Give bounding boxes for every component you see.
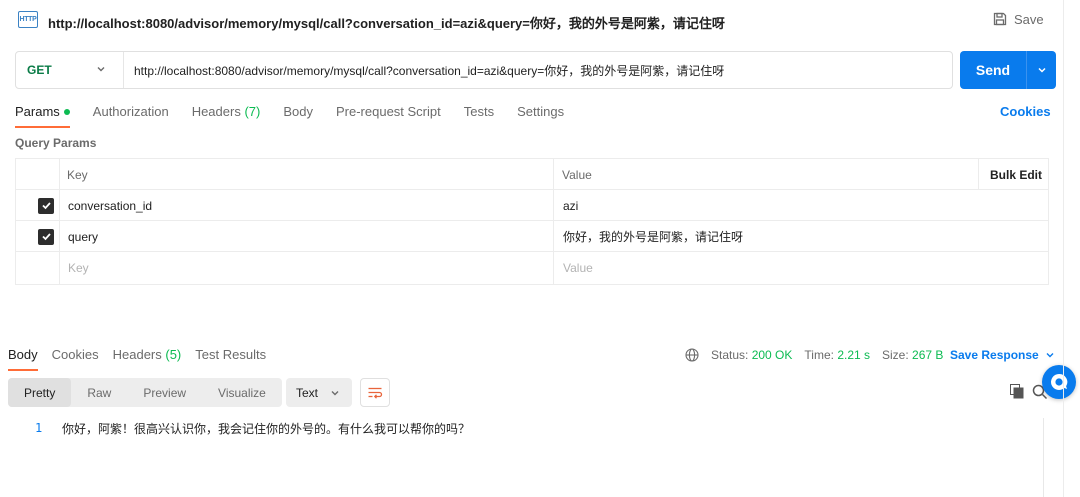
send-label: Send [975,62,1011,78]
tab-body[interactable]: Body [283,104,313,128]
query-params-table: Key Value Bulk Edit conversation_id azi … [15,158,1049,285]
time-label: Time: [804,348,834,362]
chevron-down-icon[interactable] [96,64,106,74]
row-checkbox[interactable] [38,221,54,252]
tab-headers-label: Headers [191,104,241,119]
checkmark-icon [38,197,54,214]
row-checkbox[interactable] [38,190,54,221]
request-title[interactable]: http://localhost:8080/advisor/memory/mys… [48,13,725,32]
response-tab-cookies[interactable]: Cookies [52,347,99,371]
save-response-label: Save Response [950,348,1039,362]
size-value[interactable]: 267 B [912,348,943,362]
view-visualize[interactable]: Visualize [202,378,282,407]
method-select[interactable]: GET [17,53,123,87]
panel-edge-divider [1063,0,1064,497]
save-label: Save [1014,11,1044,27]
tab-settings[interactable]: Settings [517,104,564,128]
tab-pre-request-script[interactable]: Pre-request Script [336,104,441,128]
headers-count: (7) [244,104,261,119]
method-label: GET [27,63,52,77]
time-value[interactable]: 2.21 s [837,348,870,362]
value-column-header: Value [562,167,592,182]
param-value[interactable]: azi [563,190,578,221]
globe-icon[interactable] [685,348,699,362]
wrap-lines-button[interactable] [360,378,390,407]
param-value-placeholder[interactable]: Value [563,252,593,283]
save-response-button[interactable]: Save Response [950,348,1055,362]
chevron-down-icon [331,390,339,395]
request-tabs: Params Authorization Headers (7) Body Pr… [15,104,587,128]
response-tab-headers-label: Headers [112,347,162,362]
chat-bubble-icon [1051,373,1068,390]
url-bar: GET http://localhost:8080/advisor/memory… [15,51,953,89]
view-raw[interactable]: Raw [71,378,127,407]
response-scrollbar[interactable] [1043,418,1044,497]
table-row: query 你好，我的外号是阿紫，请记住呀 [16,221,1048,252]
tab-params[interactable]: Params [15,104,70,128]
table-row: conversation_id azi [16,190,1048,221]
assistant-bubble-button[interactable] [1042,365,1076,399]
wrap-lines-icon [368,387,383,399]
status-label: Status: [711,348,749,362]
view-pretty[interactable]: Pretty [8,378,72,407]
tab-tests[interactable]: Tests [464,104,494,128]
save-button[interactable]: Save [992,11,1044,27]
response-headers-count: (5) [165,347,182,362]
query-params-label: Query Params [15,136,97,150]
param-key-placeholder[interactable]: Key [68,252,89,283]
param-key[interactable]: query [68,221,98,252]
param-key[interactable]: conversation_id [68,190,152,221]
tab-authorization[interactable]: Authorization [93,104,169,128]
tab-params-label: Params [15,104,60,119]
http-request-icon: HTTP [18,11,38,28]
response-tab-test-results[interactable]: Test Results [195,347,266,371]
key-column-header: Key [67,167,88,182]
cookies-link[interactable]: Cookies [1000,104,1051,119]
send-button[interactable]: Send [960,51,1056,89]
view-preview[interactable]: Preview [127,378,202,407]
send-options-chevron-icon[interactable] [1027,65,1056,75]
size-label: Size: [882,348,909,362]
table-row-empty: Key Value [16,252,1048,283]
line-number: 1 [35,421,43,435]
copy-icon[interactable] [1010,384,1024,399]
url-divider [123,52,124,88]
url-input[interactable]: http://localhost:8080/advisor/memory/mys… [134,62,724,79]
checkmark-icon [38,228,54,245]
params-active-dot-icon [63,108,70,115]
table-header-row: Key Value Bulk Edit [16,159,1048,190]
format-select[interactable]: Text [286,378,352,407]
save-icon [993,12,1007,26]
response-tab-body[interactable]: Body [8,347,38,371]
chevron-down-icon [1046,353,1054,358]
tab-headers[interactable]: Headers (7) [192,104,261,128]
response-meta: Status: 200 OK Time: 2.21 s Size: 267 B [685,348,943,362]
response-tabs: Body Cookies Headers (5) Test Results [8,347,280,371]
response-tab-headers[interactable]: Headers (5) [113,347,182,371]
response-body-text[interactable]: 你好，阿紫！很高兴认识你，我会记住你的外号的。有什么我可以帮你的吗？ [62,420,470,437]
bulk-edit-button[interactable]: Bulk Edit [990,159,1042,190]
response-view-selector: Pretty Raw Preview Visualize [8,378,282,407]
param-value[interactable]: 你好，我的外号是阿紫，请记住呀 [563,221,743,252]
status-value[interactable]: 200 OK [752,348,793,362]
format-label: Text [296,385,319,400]
